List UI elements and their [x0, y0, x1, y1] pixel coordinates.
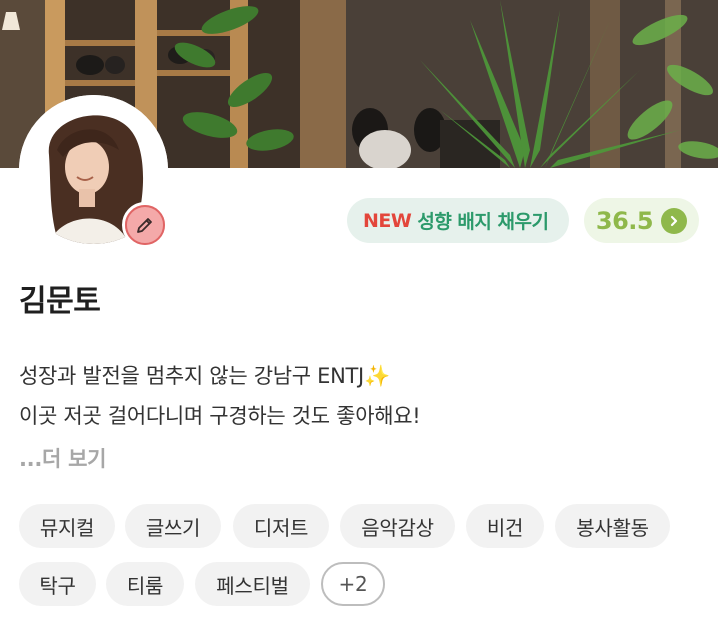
chevron-right-icon	[661, 207, 688, 234]
more-tags-button[interactable]: +2	[321, 562, 385, 606]
fill-badge-label: 성향 배지 채우기	[417, 211, 549, 233]
pencil-icon	[125, 205, 165, 245]
profile-name: 김문토	[19, 284, 101, 319]
tag-chip[interactable]: 음악감상	[340, 504, 455, 548]
bio-line-1: 성장과 발전을 멈추지 않는 강남구 ENTJ✨	[19, 364, 390, 388]
bio-line-2: 이곳 저곳 걸어다니며 구경하는 것도 좋아해요!	[19, 404, 421, 428]
manner-temperature-button[interactable]: 36.5	[584, 198, 699, 243]
tag-chip[interactable]: 글쓰기	[125, 504, 221, 548]
more-link[interactable]: ...더 보기	[19, 443, 106, 473]
tag-chip[interactable]: 티룸	[106, 562, 184, 606]
tag-chip[interactable]: 봉사활동	[555, 504, 670, 548]
tag-chip[interactable]: 비건	[466, 504, 544, 548]
new-label: NEW	[363, 209, 412, 232]
temperature-value: 36.5	[595, 206, 654, 235]
edit-avatar-button[interactable]	[122, 202, 168, 248]
tag-chip[interactable]: 탁구	[19, 562, 96, 606]
profile-page: NEW 성향 배지 채우기 36.5 김문토 성장과 발전을 멈추지 않는 강남…	[0, 0, 718, 633]
fill-badge-button[interactable]: NEW 성향 배지 채우기	[347, 198, 569, 243]
tag-chip[interactable]: 뮤지컬	[19, 504, 115, 548]
tag-chip[interactable]: 페스티벌	[195, 562, 310, 606]
tag-chip[interactable]: 디저트	[233, 504, 329, 548]
